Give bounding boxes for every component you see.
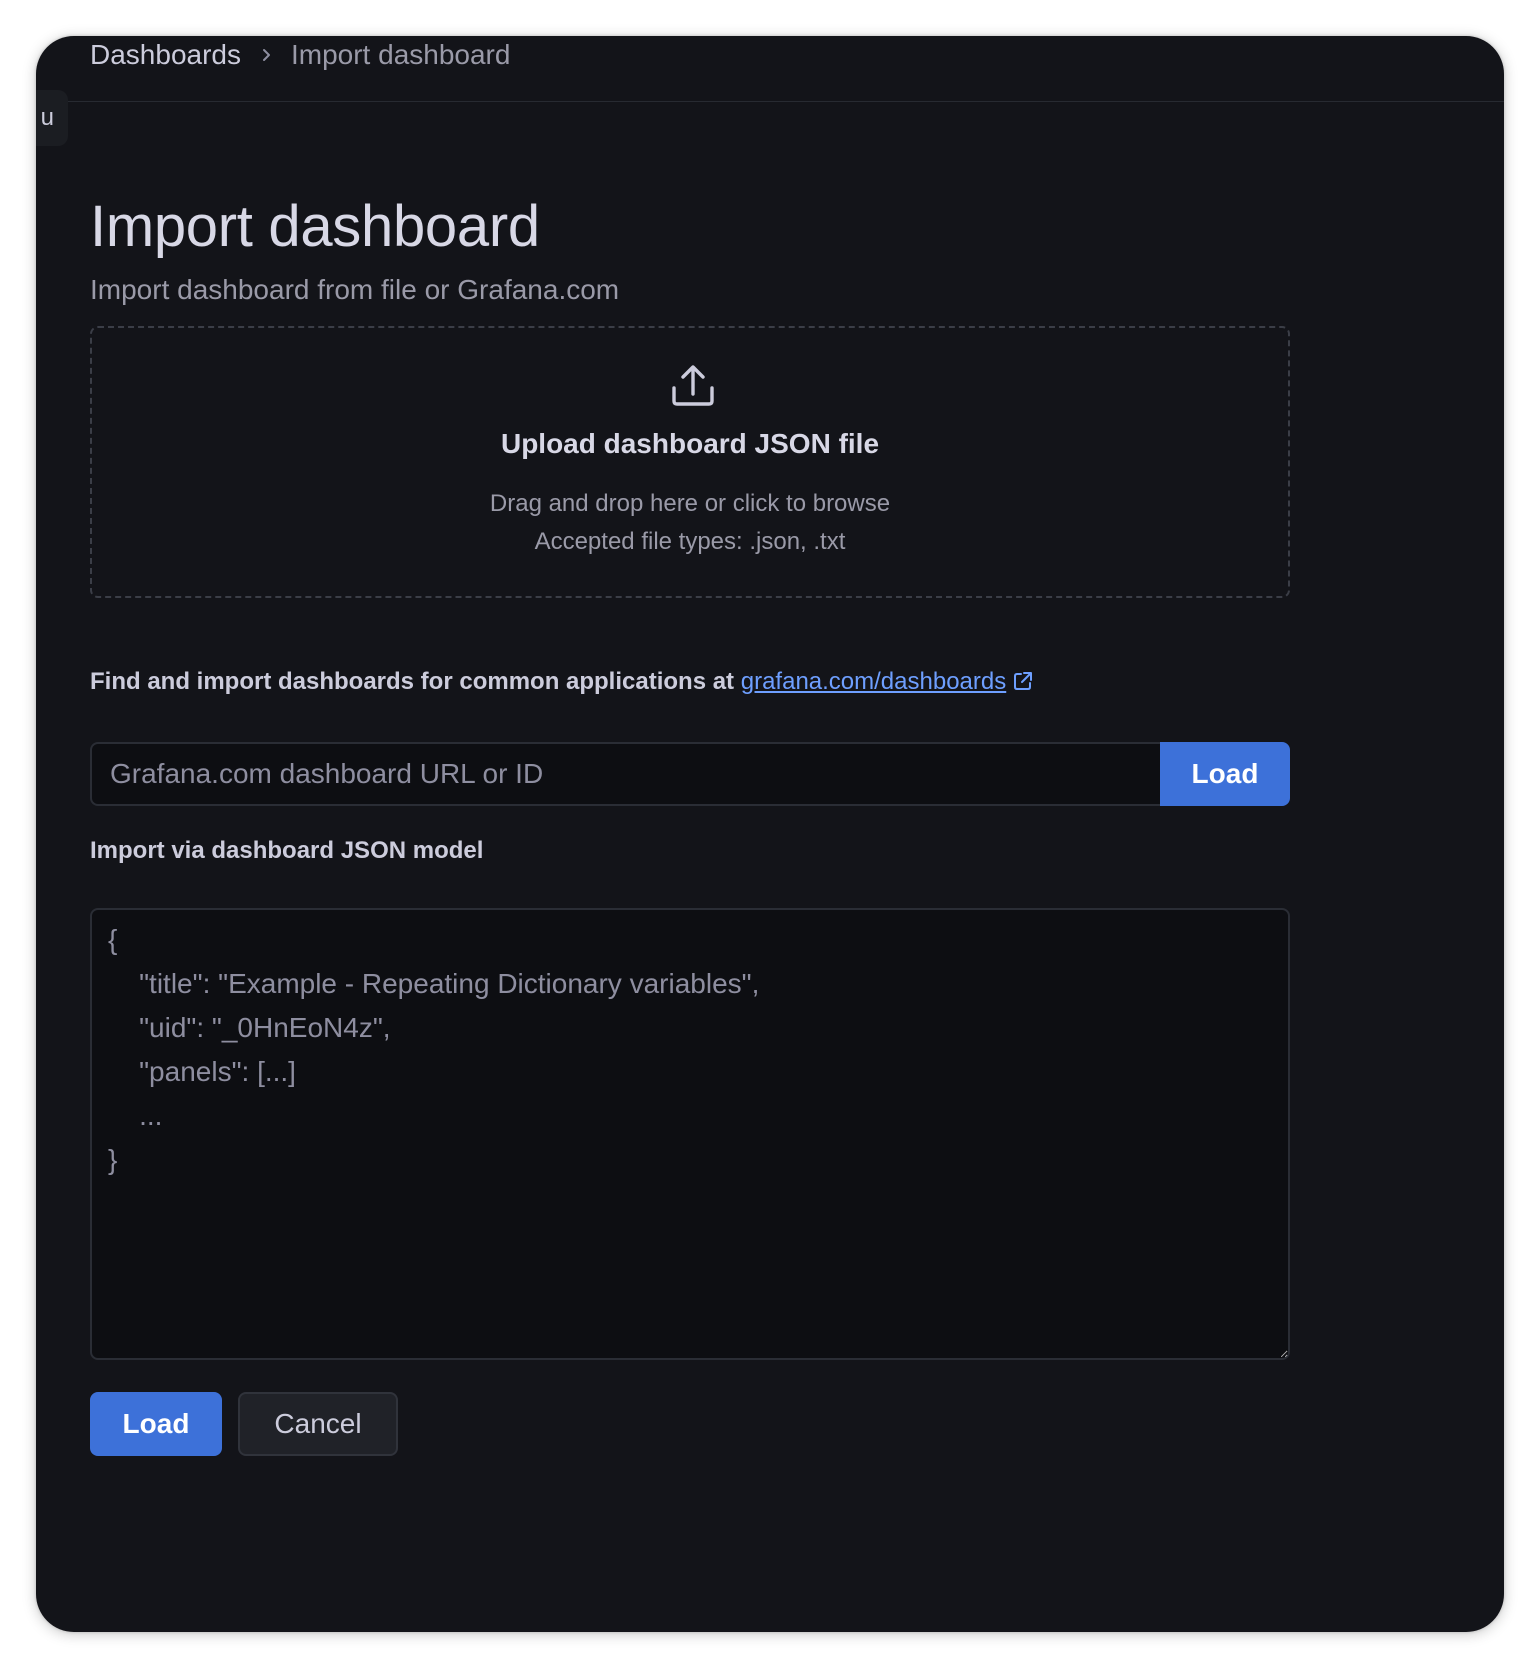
grafana-com-label-text: Find and import dashboards for common ap… xyxy=(90,668,735,695)
page-title: Import dashboard xyxy=(90,194,540,259)
json-model-label: Import via dashboard JSON model xyxy=(90,837,484,864)
grafana-com-load-button[interactable]: Load xyxy=(1160,742,1290,806)
json-model-textarea[interactable] xyxy=(90,908,1290,1360)
menu-toggle-tab[interactable]: u xyxy=(36,90,68,146)
top-bar: Dashboards Import dashboard xyxy=(36,36,1504,102)
app-window: Dashboards Import dashboard u Import das… xyxy=(36,36,1504,1632)
cancel-button[interactable]: Cancel xyxy=(238,1392,398,1456)
grafana-com-label: Find and import dashboards for common ap… xyxy=(90,668,1034,696)
external-link-icon xyxy=(1014,672,1033,690)
menu-tab-label: u xyxy=(40,104,54,131)
breadcrumb: Dashboards Import dashboard xyxy=(90,36,510,74)
grafana-com-url-input[interactable] xyxy=(90,742,1160,806)
upload-accepted-types: Accepted file types: .json, .txt xyxy=(534,528,846,555)
grafana-com-link-text: grafana.com/dashboards xyxy=(740,668,1007,695)
file-upload-dropzone[interactable]: Upload dashboard JSON file Drag and drop… xyxy=(90,326,1290,598)
page-subtitle: Import dashboard from file or Grafana.co… xyxy=(90,274,620,305)
upload-title: Upload dashboard JSON file xyxy=(500,428,880,459)
breadcrumb-dashboards-link[interactable]: Dashboards xyxy=(90,39,241,71)
upload-hint: Drag and drop here or click to browse xyxy=(489,490,891,517)
upload-icon xyxy=(672,365,714,406)
grafana-com-dashboards-link[interactable]: grafana.com/dashboards xyxy=(741,668,1035,695)
chevron-right-icon xyxy=(261,47,273,63)
breadcrumb-current: Import dashboard xyxy=(290,39,511,70)
load-button[interactable]: Load xyxy=(90,1392,222,1456)
